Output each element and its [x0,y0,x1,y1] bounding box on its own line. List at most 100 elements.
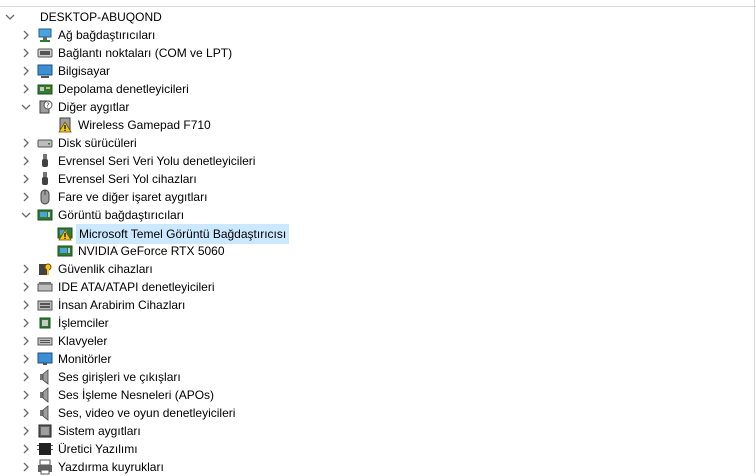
chevron-right-icon[interactable] [19,350,33,368]
device-row[interactable]: Microsoft Temel Görüntü Bağdaştırıcısı [0,224,754,244]
chevron-right-icon[interactable] [19,188,33,206]
category-label[interactable]: Klavyeler [56,332,109,350]
chevron-right-icon[interactable] [19,170,33,188]
category-label[interactable]: Diğer aygıtlar [56,98,131,116]
ide-controller-icon [37,279,53,295]
device-tree[interactable]: DESKTOP-ABUQOND Ağ bağdaştırıcıları Bağla… [0,8,754,476]
category-row[interactable]: Güvenlik cihazları [0,260,754,278]
chevron-right-icon[interactable] [19,332,33,350]
category-row[interactable]: Üretici Yazılımı [0,440,754,458]
category-row[interactable]: Yazdırma kuyrukları [0,458,754,476]
category-label[interactable]: Evrensel Seri Yol cihazları [56,170,199,188]
category-label[interactable]: Üretici Yazılımı [56,440,140,458]
chevron-right-icon[interactable] [19,386,33,404]
category-row[interactable]: Sistem aygıtları [0,422,754,440]
category-label[interactable]: Ses İşleme Nesneleri (APOs) [56,386,216,404]
chevron-right-icon[interactable] [19,134,33,152]
chevron-right-icon[interactable] [19,26,33,44]
category-row[interactable]: Bağlantı noktaları (COM ve LPT) [0,44,754,62]
chevron-right-icon[interactable] [19,314,33,332]
computer-name-label[interactable]: DESKTOP-ABUQOND [38,8,164,26]
category-label[interactable]: Monitörler [56,350,113,368]
warning-display-adapter-icon [57,225,73,241]
category-row[interactable]: Ağ bağdaştırıcıları [0,26,754,44]
category-row[interactable]: İşlemciler [0,314,754,332]
chevron-down-icon[interactable] [3,8,17,26]
category-label[interactable]: Ses girişleri ve çıkışları [56,368,183,386]
category-label[interactable]: Bağlantı noktaları (COM ve LPT) [56,44,234,62]
processor-icon [37,315,53,331]
unknown-device-icon: ? [37,99,53,115]
category-label[interactable]: Evrensel Seri Veri Yolu denetleyicileri [56,152,257,170]
category-label[interactable]: Ağ bağdaştırıcıları [56,26,157,44]
category-row[interactable]: Klavyeler [0,332,754,350]
category-row[interactable]: ? Diğer aygıtlar [0,98,754,116]
category-label[interactable]: Sistem aygıtları [56,422,143,440]
category-label[interactable]: Güvenlik cihazları [56,260,155,278]
chevron-right-icon[interactable] [19,80,33,98]
speaker-icon [37,369,53,385]
category-label[interactable]: Görüntü bağdaştırıcıları [56,206,186,224]
svg-text:?: ? [46,102,50,110]
disk-drive-icon [37,135,53,151]
category-row[interactable]: Disk sürücüleri [0,134,754,152]
category-label[interactable]: Ses, video ve oyun denetleyicileri [56,404,237,422]
chevron-right-icon[interactable] [19,404,33,422]
device-row[interactable]: NVIDIA GeForce RTX 5060 [0,242,754,260]
speaker-icon [37,405,53,421]
chevron-down-icon[interactable] [19,98,33,116]
category-row[interactable]: Ses İşleme Nesneleri (APOs) [0,386,754,404]
speaker-icon [37,387,53,403]
category-label[interactable]: IDE ATA/ATAPI denetleyicileri [56,278,217,296]
chevron-right-icon[interactable] [19,62,33,80]
display-adapter-icon [37,207,53,223]
firmware-icon [37,441,53,457]
category-label[interactable]: Fare ve diğer işaret aygıtları [56,188,209,206]
category-row[interactable]: İnsan Arabirim Cihazları [0,296,754,314]
category-row[interactable]: Ses, video ve oyun denetleyicileri [0,404,754,422]
category-row[interactable]: Evrensel Seri Yol cihazları [0,170,754,188]
chevron-right-icon[interactable] [19,296,33,314]
usb-icon [37,171,53,187]
chevron-right-icon[interactable] [19,422,33,440]
keyboard-icon [37,333,53,349]
device-label[interactable]: Wireless Gamepad F710 [76,116,213,134]
storage-controller-icon [37,81,53,97]
port-icon [37,45,53,61]
category-label[interactable]: İnsan Arabirim Cihazları [56,296,187,314]
category-label[interactable]: İşlemciler [56,314,111,332]
chevron-right-icon[interactable] [19,260,33,278]
warning-device-icon [57,117,73,133]
system-device-icon [37,423,53,439]
category-row[interactable]: Evrensel Seri Veri Yolu denetleyicileri [0,152,754,170]
hid-icon [37,297,53,313]
chevron-right-icon[interactable] [19,368,33,386]
category-label[interactable]: Depolama denetleyicileri [56,80,191,98]
category-row[interactable]: Monitörler [0,350,754,368]
network-adapter-icon [37,27,53,43]
scroll-edge-border [754,0,755,473]
category-row[interactable]: Bilgisayar [0,62,754,80]
tree-root[interactable]: DESKTOP-ABUQOND [0,8,754,26]
device-label[interactable]: NVIDIA GeForce RTX 5060 [76,242,227,260]
chevron-right-icon[interactable] [19,152,33,170]
chevron-right-icon[interactable] [19,278,33,296]
device-label[interactable]: Microsoft Temel Görüntü Bağdaştırıcısı [76,224,290,244]
monitor-icon [37,351,53,367]
chevron-right-icon[interactable] [19,440,33,458]
device-row[interactable]: Wireless Gamepad F710 [0,116,754,134]
chevron-down-icon[interactable] [19,206,33,224]
category-label[interactable]: Yazdırma kuyrukları [56,458,166,476]
chevron-right-icon[interactable] [19,458,33,476]
computer-icon [37,63,53,79]
category-row[interactable]: Ses girişleri ve çıkışları [0,368,754,386]
category-row[interactable]: Görüntü bağdaştırıcıları [0,206,754,224]
category-label[interactable]: Bilgisayar [56,62,112,80]
mouse-icon [37,189,53,205]
window-top-border [0,0,756,7]
category-row[interactable]: Fare ve diğer işaret aygıtları [0,188,754,206]
category-row[interactable]: Depolama denetleyicileri [0,80,754,98]
chevron-right-icon[interactable] [19,44,33,62]
category-label[interactable]: Disk sürücüleri [56,134,139,152]
category-row[interactable]: IDE ATA/ATAPI denetleyicileri [0,278,754,296]
